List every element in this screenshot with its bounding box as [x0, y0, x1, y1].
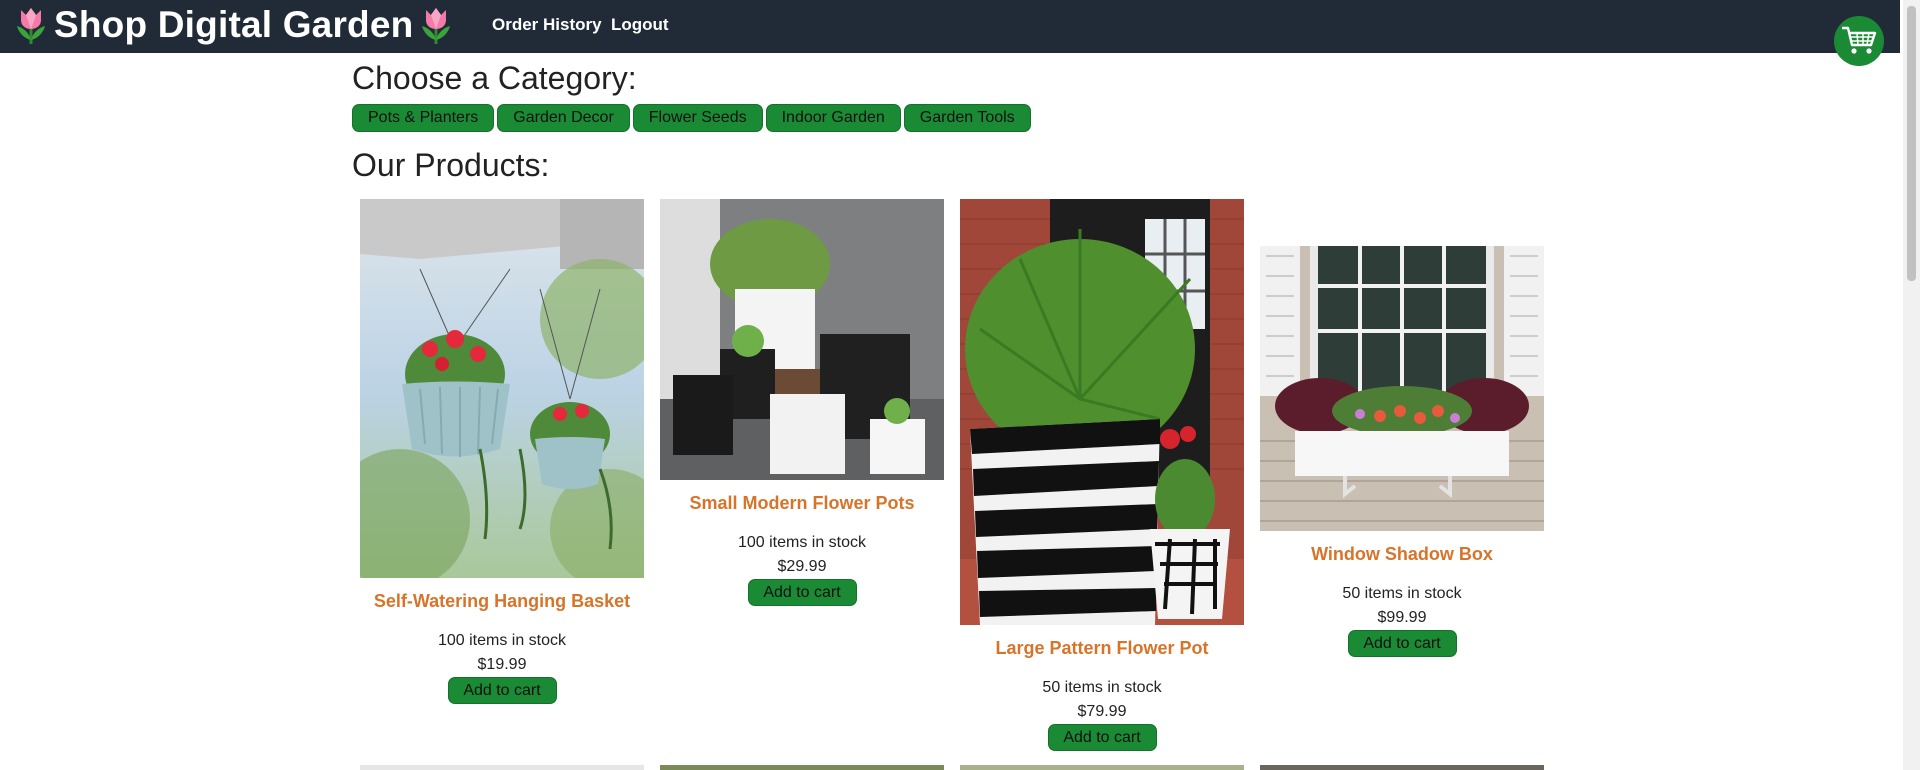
category-button-flower-seeds[interactable]: Flower Seeds — [632, 104, 763, 132]
product-stock: 50 items in stock — [1342, 585, 1462, 602]
product-card: Small Modern Flower Pots 100 items in st… — [660, 199, 944, 606]
product-card: Large Pattern Flower Pot 50 items in sto… — [960, 199, 1244, 751]
product-price: $79.99 — [1077, 703, 1127, 720]
product-stock: 50 items in stock — [1042, 679, 1162, 696]
product-image[interactable] — [1260, 246, 1544, 531]
product-name[interactable]: Self-Watering Hanging Basket — [360, 590, 644, 612]
add-to-cart-button[interactable]: Add to cart — [1347, 630, 1457, 657]
tulip-icon — [422, 8, 451, 44]
top-navbar: Shop Digital Garden Order History Logout — [0, 0, 1900, 53]
product-image[interactable] — [1260, 765, 1544, 770]
tulip-icon — [17, 8, 45, 44]
product-price: $19.99 — [477, 656, 527, 673]
category-button-garden-tools[interactable]: Garden Tools — [903, 104, 1031, 132]
logout-link[interactable]: Logout — [611, 15, 669, 35]
product-image[interactable] — [360, 765, 644, 770]
add-to-cart-button[interactable]: Add to cart — [1047, 724, 1157, 751]
product-image[interactable] — [960, 765, 1244, 770]
category-heading: Choose a Category: — [352, 60, 637, 96]
product-price: $29.99 — [777, 558, 827, 575]
product-card: Window Shadow Box 50 items in stock $99.… — [1260, 246, 1544, 657]
product-image[interactable] — [660, 765, 944, 770]
brand-title: Shop Digital Garden — [54, 4, 414, 45]
category-button-indoor-garden[interactable]: Indoor Garden — [765, 104, 901, 132]
category-list: Pots & Planters Garden Decor Flower Seed… — [352, 104, 1031, 132]
product-name[interactable]: Window Shadow Box — [1260, 543, 1544, 565]
category-button-pots-planters[interactable]: Pots & Planters — [352, 104, 495, 132]
product-name[interactable]: Small Modern Flower Pots — [660, 492, 944, 514]
shopping-cart-icon — [1842, 26, 1877, 54]
product-name[interactable]: Large Pattern Flower Pot — [960, 637, 1244, 659]
add-to-cart-button[interactable]: Add to cart — [747, 579, 857, 606]
product-image[interactable] — [660, 199, 944, 480]
order-history-link[interactable]: Order History — [492, 15, 602, 35]
product-card: Self-Watering Hanging Basket 100 items i… — [360, 199, 644, 704]
product-stock: 100 items in stock — [437, 632, 567, 649]
product-stock: 100 items in stock — [737, 534, 867, 551]
page-scrollbar[interactable] — [1903, 0, 1920, 770]
scrollbar-thumb[interactable] — [1907, 6, 1916, 281]
product-price: $99.99 — [1377, 609, 1427, 626]
brand[interactable]: Shop Digital Garden — [12, 3, 455, 47]
add-to-cart-button[interactable]: Add to cart — [447, 677, 557, 704]
category-button-garden-decor[interactable]: Garden Decor — [497, 104, 630, 132]
products-heading: Our Products: — [352, 147, 550, 183]
product-image[interactable] — [360, 199, 644, 578]
cart-button[interactable] — [1834, 16, 1884, 66]
product-image[interactable] — [960, 199, 1244, 625]
